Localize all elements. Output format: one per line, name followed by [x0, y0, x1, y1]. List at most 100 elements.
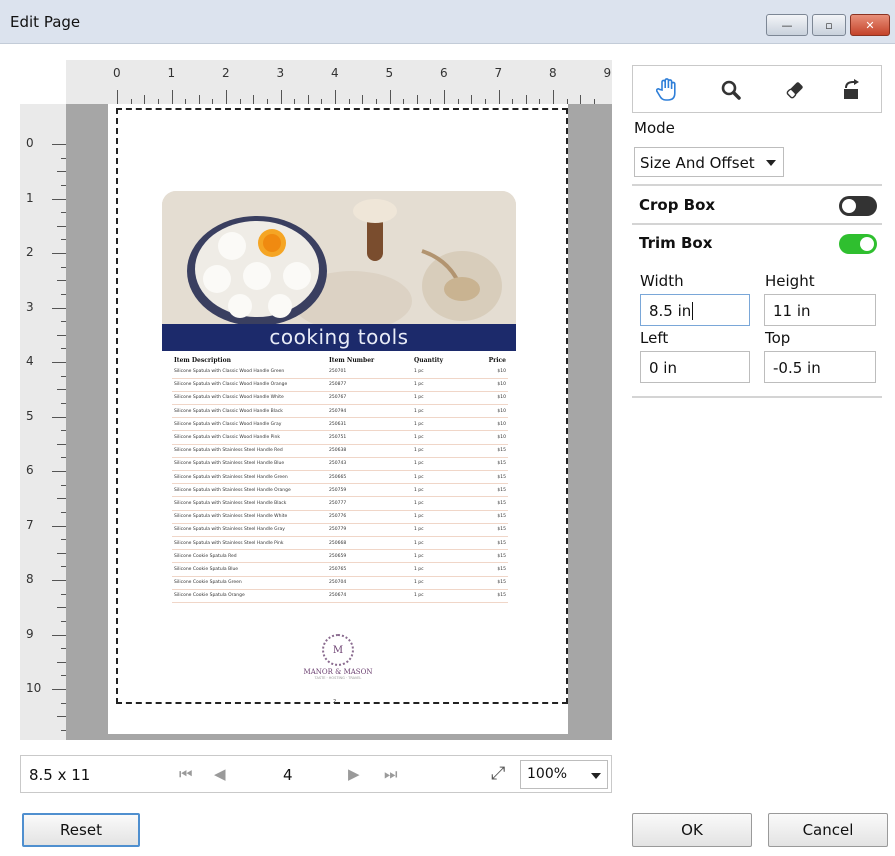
cell-price: $15 [474, 562, 508, 577]
ruler-number: 5 [26, 408, 34, 423]
header-quantity: Quantity [414, 357, 444, 364]
cell-item-number: 250665 [327, 470, 412, 485]
ruler-number: 10 [26, 681, 42, 695]
table-row: Silicone Spatula with Classic Wood Handl… [172, 391, 508, 406]
cell-item-number: 250701 [327, 365, 412, 379]
top-field[interactable]: -0.5 in [764, 351, 876, 383]
cell-price: $15 [474, 483, 508, 498]
cell-item-number: 250668 [327, 536, 412, 551]
cell-price: $10 [474, 430, 508, 445]
divider [632, 223, 882, 225]
reset-button[interactable]: Reset [22, 813, 140, 847]
cell-quantity: 1 pc [412, 378, 474, 392]
ruler-number: 6 [440, 66, 448, 80]
table-row: Silicone Spatula with Stainless Steel Ha… [172, 444, 508, 458]
table-header-row: Item Description Item Number Quantity Pr… [172, 356, 508, 365]
cell-price: $15 [474, 444, 508, 458]
ruler-number: 8 [26, 572, 34, 586]
cell-price: $15 [474, 470, 508, 485]
logo-mark: M [322, 634, 354, 666]
crop-box-toggle[interactable] [839, 196, 877, 216]
window-title: Edit Page [10, 13, 81, 31]
table-row: Silicone Spatula with Classic Wood Handl… [172, 365, 508, 379]
cell-quantity: 1 pc [412, 562, 474, 577]
cell-price: $15 [474, 523, 508, 537]
last-page-icon[interactable]: ⏭ [384, 765, 398, 783]
maximize-button[interactable]: ▫ [812, 14, 846, 36]
ruler-number: 0 [26, 136, 34, 150]
mode-select[interactable]: Size And Offset [634, 147, 784, 177]
cell-quantity: 1 pc [412, 483, 474, 498]
table-row: Silicone Spatula with Stainless Steel Ha… [172, 483, 508, 498]
fit-page-icon[interactable]: ⤢ [491, 763, 505, 784]
cell-item-number: 250659 [327, 549, 412, 564]
cell-item-number: 250794 [327, 404, 412, 419]
cell-quantity: 1 pc [412, 576, 474, 590]
minimize-button[interactable]: — [766, 14, 808, 36]
cell-price: $10 [474, 404, 508, 419]
cell-quantity: 1 pc [412, 417, 474, 432]
ruler-number: 7 [26, 517, 34, 532]
cell-item-description: Silicone Spatula with Stainless Steel Ha… [172, 510, 327, 524]
ok-button[interactable]: OK [632, 813, 752, 847]
page-canvas[interactable]: cooking tools Item Description Item Numb… [66, 104, 612, 740]
first-page-icon[interactable]: ⏮ [179, 765, 193, 783]
horizontal-ruler: 0 1 2 3 4 5 6 7 8 9 [20, 60, 612, 104]
maximize-icon: ▫ [825, 18, 833, 32]
close-button[interactable]: ✕ [850, 14, 890, 36]
zoom-tool-button[interactable] [717, 76, 745, 104]
left-field[interactable]: 0 in [640, 351, 750, 383]
cell-item-description: Silicone Spatula with Stainless Steel Ha… [172, 457, 327, 472]
cell-quantity: 1 pc [412, 430, 474, 445]
ruler-number: 4 [331, 66, 339, 80]
cell-item-number: 250759 [327, 483, 412, 498]
width-value: 8.5 in [649, 302, 692, 320]
ruler-number: 3 [276, 66, 285, 80]
cell-quantity: 1 pc [412, 589, 474, 603]
cell-quantity: 1 pc [412, 404, 474, 419]
cell-price: $15 [474, 496, 508, 511]
rotate-tool-button[interactable] [837, 76, 865, 104]
cancel-button[interactable]: Cancel [768, 813, 888, 847]
document-banner: cooking tools [162, 324, 516, 351]
trim-box-toggle[interactable] [839, 234, 877, 254]
current-page-number[interactable]: 4 [283, 766, 293, 784]
ruler-number: 9 [603, 66, 612, 80]
items-table: Item Description Item Number Quantity Pr… [172, 356, 508, 603]
cell-quantity: 1 pc [412, 365, 474, 379]
cell-item-number: 250743 [327, 457, 412, 472]
close-icon: ✕ [865, 18, 875, 32]
table-row: Silicone Cookie Spatula Orange 250674 1 pc… [172, 589, 508, 603]
height-label: Height [765, 272, 815, 290]
toggle-knob [842, 199, 856, 213]
height-field[interactable]: 11 in [764, 294, 876, 326]
zoom-select[interactable]: 100% [520, 760, 608, 789]
tool-bar [632, 65, 882, 113]
left-label: Left [640, 329, 669, 347]
width-label: Width [640, 272, 684, 290]
table-row: Silicone Spatula with Stainless Steel Ha… [172, 536, 508, 551]
cell-quantity: 1 pc [412, 391, 474, 406]
minimize-icon: — [781, 18, 793, 32]
hand-tool-button[interactable] [653, 76, 681, 104]
table-row: Silicone Spatula with Stainless Steel Ha… [172, 523, 508, 537]
cell-quantity: 1 pc [412, 444, 474, 458]
page-viewer[interactable]: 0123456789 0 1 2 3 4 5 6 7 8 9 10 cookin… [20, 60, 612, 740]
header-item-description: Item Description [174, 357, 231, 364]
width-field[interactable]: 8.5 in [640, 294, 750, 326]
cell-price: $10 [474, 391, 508, 406]
cell-item-number: 250638 [327, 444, 412, 458]
cell-price: $10 [474, 365, 508, 379]
next-page-icon[interactable]: ▶ [348, 765, 360, 783]
cell-item-number: 250777 [327, 496, 412, 511]
table-row: Silicone Spatula with Classic Wood Handl… [172, 430, 508, 445]
cell-item-number: 250674 [327, 589, 412, 603]
previous-page-icon[interactable]: ◀ [214, 765, 226, 783]
eraser-tool-button[interactable] [781, 76, 809, 104]
cell-item-description: Silicone Cookie Spatula Red [172, 549, 327, 564]
divider [632, 396, 882, 398]
cell-price: $15 [474, 549, 508, 564]
cell-item-number: 250776 [327, 510, 412, 524]
cell-item-number: 250767 [327, 391, 412, 406]
height-value: 11 in [773, 302, 811, 320]
